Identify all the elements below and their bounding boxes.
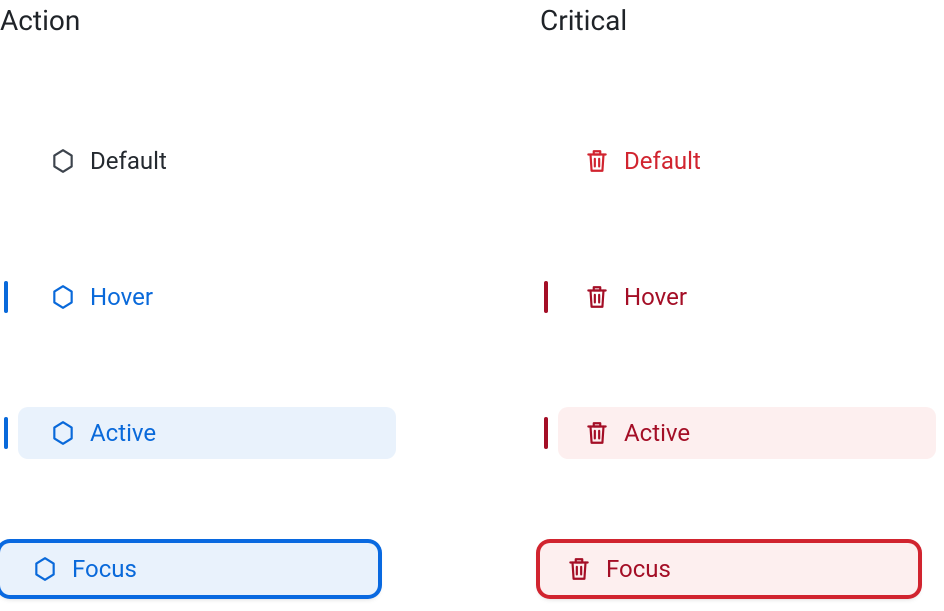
action-item-active[interactable]: Active xyxy=(0,407,472,459)
critical-item-default[interactable]: Default xyxy=(540,135,944,187)
action-column: Action Default Hover xyxy=(0,4,472,595)
critical-item-label: Focus xyxy=(606,555,671,583)
hexagon-icon xyxy=(50,284,76,310)
critical-item-label: Default xyxy=(624,147,701,175)
hover-indicator xyxy=(544,281,548,313)
critical-item-label: Hover xyxy=(624,283,687,311)
action-item-label: Focus xyxy=(72,555,137,583)
trash-icon xyxy=(584,284,610,310)
action-item-default[interactable]: Default xyxy=(0,135,472,187)
critical-item-active[interactable]: Active xyxy=(540,407,944,459)
critical-item-label: Active xyxy=(624,419,690,447)
trash-icon xyxy=(566,556,592,582)
critical-item-hover[interactable]: Hover xyxy=(540,271,944,323)
action-item-label: Default xyxy=(90,147,167,175)
critical-item-focus[interactable]: Focus xyxy=(540,543,944,595)
action-item-label: Active xyxy=(90,419,156,447)
action-heading: Action xyxy=(0,4,472,37)
hexagon-icon xyxy=(32,556,58,582)
hexagon-icon xyxy=(50,148,76,174)
critical-heading: Critical xyxy=(540,4,944,37)
active-indicator xyxy=(4,417,8,449)
trash-icon xyxy=(584,420,610,446)
critical-column: Critical Default Hover xyxy=(472,4,944,595)
hover-indicator xyxy=(4,281,8,313)
hexagon-icon xyxy=(50,420,76,446)
active-indicator xyxy=(544,417,548,449)
action-item-focus[interactable]: Focus xyxy=(0,543,472,595)
trash-icon xyxy=(584,148,610,174)
action-item-label: Hover xyxy=(90,283,153,311)
action-item-hover[interactable]: Hover xyxy=(0,271,472,323)
